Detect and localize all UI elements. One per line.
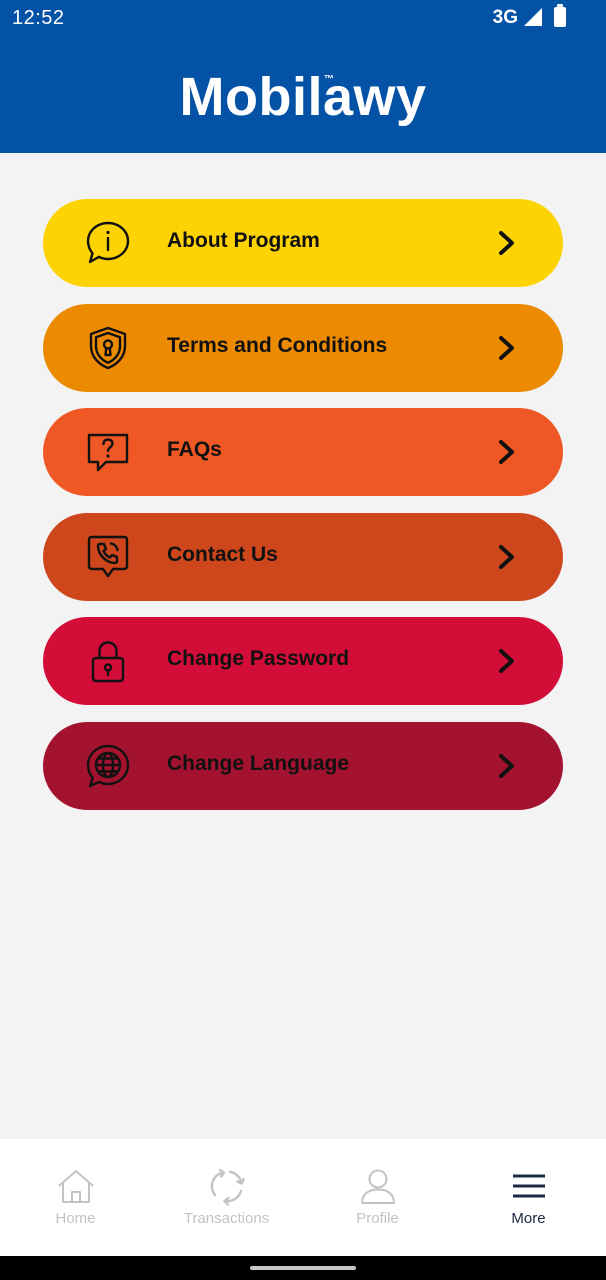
question-chat-icon [85, 429, 131, 475]
nav-item-transactions[interactable]: Transactions [151, 1139, 302, 1256]
nav-label: Home [55, 1210, 96, 1227]
home-gesture-handle[interactable] [250, 1266, 356, 1270]
menu-item-label: Terms and Conditions [167, 333, 388, 357]
menu-item-label: Change Language [167, 751, 350, 775]
nav-label: More [511, 1210, 546, 1227]
menu-icon [508, 1167, 550, 1207]
menu-item-contact-us[interactable]: Contact Us [43, 512, 563, 601]
menu-item-faqs[interactable]: FAQs [43, 408, 563, 497]
menu-item-change-password[interactable]: Change Password [43, 617, 563, 706]
nav-item-profile[interactable]: Profile [302, 1139, 453, 1256]
system-navigation-bar [0, 1256, 606, 1280]
bottom-navigation: Home Transactions Profile More [0, 1139, 606, 1256]
menu-item-label: FAQs [167, 438, 222, 462]
trademark-mark: ™ [324, 74, 334, 85]
chevron-right-icon [495, 752, 519, 780]
nav-label: Transactions [183, 1210, 270, 1227]
globe-chat-icon [85, 743, 131, 789]
nav-item-more[interactable]: More [453, 1139, 604, 1256]
menu-item-label: About Program [167, 229, 320, 252]
network-type: 3G [492, 7, 518, 28]
chevron-right-icon [495, 229, 519, 257]
app-header: Mobilawy ™ [0, 36, 606, 153]
menu-item-terms-and-conditions[interactable]: Terms and Conditions [43, 303, 563, 392]
signal-icon [524, 8, 542, 26]
padlock-icon [85, 638, 131, 684]
shield-lock-icon [85, 325, 131, 371]
menu-item-label: Change Password [167, 647, 350, 671]
info-chat-icon [85, 220, 131, 266]
chevron-right-icon [495, 438, 519, 466]
battery-icon [554, 4, 566, 27]
chevron-right-icon [495, 334, 519, 362]
nav-item-home[interactable]: Home [0, 1139, 151, 1256]
chevron-right-icon [495, 543, 519, 571]
profile-icon [357, 1167, 399, 1207]
nav-label: Profile [356, 1210, 399, 1227]
more-menu-list: About Program Terms and Conditions FAQs … [43, 199, 563, 827]
menu-item-change-language[interactable]: Change Language [43, 721, 563, 810]
menu-item-about-program[interactable]: About Program [43, 199, 563, 287]
status-bar: 12:52 3G [0, 0, 606, 36]
refresh-icon [206, 1167, 248, 1207]
chevron-right-icon [495, 647, 519, 675]
app-logo: Mobilawy [179, 67, 427, 127]
phone-chat-icon [85, 534, 131, 580]
menu-item-label: Contact Us [167, 542, 278, 566]
status-time: 12:52 [12, 7, 65, 29]
home-icon [55, 1167, 97, 1207]
